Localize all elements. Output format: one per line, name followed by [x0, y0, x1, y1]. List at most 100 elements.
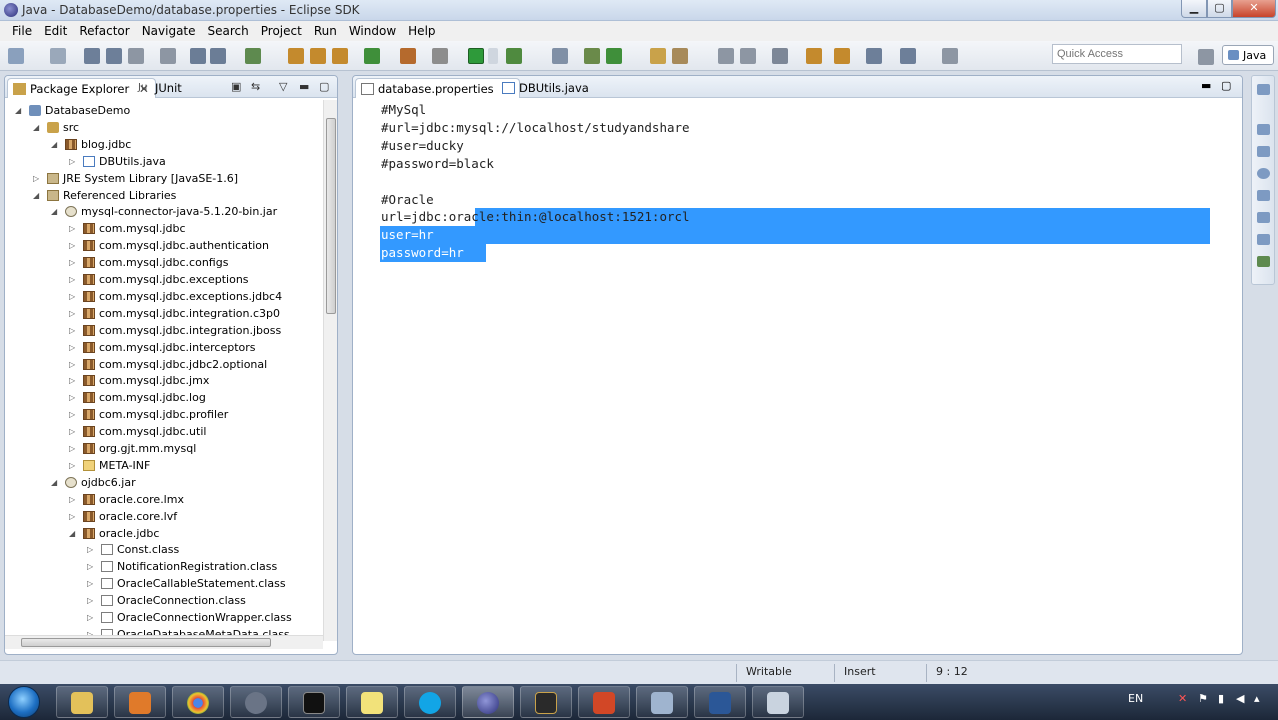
collapse-arrow-icon[interactable]: ◢ [69, 525, 79, 542]
run-icon[interactable] [468, 48, 484, 64]
maximize-editor-icon[interactable]: ▢ [1221, 79, 1231, 92]
debug-icon[interactable] [364, 48, 380, 64]
editor-vertical-scrollbar[interactable] [1211, 101, 1225, 636]
expand-arrow-icon[interactable]: ▷ [69, 457, 79, 474]
expand-arrow-icon[interactable]: ▷ [69, 440, 79, 457]
run-dropdown-icon[interactable] [488, 48, 498, 64]
expand-arrow-icon[interactable]: ▷ [69, 372, 79, 389]
import-icon[interactable] [190, 48, 206, 64]
quick-access-input[interactable] [1052, 44, 1182, 64]
expand-arrow-icon[interactable]: ▷ [69, 356, 79, 373]
expand-arrow-icon[interactable]: ▷ [69, 288, 79, 305]
new-java-project-icon[interactable] [584, 48, 600, 64]
expand-arrow-icon[interactable]: ▷ [69, 220, 79, 237]
restore-icon[interactable] [1257, 84, 1270, 95]
expand-arrow-icon[interactable]: ▷ [69, 254, 79, 271]
expand-arrow-icon[interactable]: ▷ [87, 609, 97, 626]
link-with-editor-icon[interactable]: ⇆ [251, 80, 260, 93]
pin-editor-icon[interactable] [942, 48, 958, 64]
start-button[interactable] [8, 686, 40, 718]
menu-search[interactable]: Search [202, 24, 255, 38]
external-tools-icon[interactable] [400, 48, 416, 64]
taskbar-notepad[interactable] [752, 686, 804, 718]
expand-arrow-icon[interactable]: ▷ [69, 491, 79, 508]
search-icon[interactable] [552, 48, 568, 64]
minimize-editor-icon[interactable]: ▬ [1201, 79, 1211, 92]
taskbar-skype[interactable] [404, 686, 456, 718]
forward-icon[interactable] [900, 48, 916, 64]
task-icon[interactable] [245, 48, 261, 64]
menu-file[interactable]: File [6, 24, 38, 38]
expand-arrow-icon[interactable]: ▷ [69, 406, 79, 423]
expand-arrow-icon[interactable]: ▷ [69, 271, 79, 288]
next-annotation-icon[interactable] [806, 48, 822, 64]
menu-edit[interactable]: Edit [38, 24, 73, 38]
scrollbar-thumb[interactable] [21, 638, 271, 647]
menu-project[interactable]: Project [255, 24, 308, 38]
save-all-icon[interactable] [106, 48, 122, 64]
coverage-icon[interactable] [432, 48, 448, 64]
taskbar-terminal[interactable] [288, 686, 340, 718]
outline-icon[interactable] [1257, 146, 1270, 157]
open-type-icon[interactable] [650, 48, 666, 64]
maximize-view-icon[interactable]: ▢ [319, 80, 329, 93]
collapse-arrow-icon[interactable]: ◢ [33, 187, 43, 204]
block-selection-icon[interactable] [740, 48, 756, 64]
expand-arrow-icon[interactable]: ▷ [69, 305, 79, 322]
build-all-icon[interactable] [310, 48, 326, 64]
clean-icon[interactable] [332, 48, 348, 64]
declaration-icon[interactable] [1257, 190, 1270, 201]
taskbar-sticky-notes[interactable] [346, 686, 398, 718]
taskbar-game[interactable] [520, 686, 572, 718]
show-whitespace-icon[interactable] [772, 48, 788, 64]
expand-arrow-icon[interactable]: ▷ [33, 170, 43, 187]
collapse-arrow-icon[interactable]: ◢ [33, 119, 43, 136]
javadoc-icon[interactable] [1257, 168, 1270, 179]
new-icon[interactable] [8, 48, 24, 64]
minimize-button[interactable]: ▁ [1181, 0, 1207, 18]
expand-arrow-icon[interactable]: ▷ [87, 592, 97, 609]
console-icon[interactable] [1257, 212, 1270, 223]
open-icon[interactable] [50, 48, 66, 64]
taskbar-chrome[interactable] [172, 686, 224, 718]
taskbar-media-player[interactable] [114, 686, 166, 718]
collapse-all-icon[interactable]: ▣ [231, 80, 241, 93]
properties-icon[interactable] [160, 48, 176, 64]
collapse-arrow-icon[interactable]: ◢ [15, 102, 25, 119]
expand-arrow-icon[interactable]: ▷ [87, 575, 97, 592]
maximize-button[interactable]: ▢ [1207, 0, 1232, 18]
java-perspective-button[interactable]: Java [1222, 45, 1274, 65]
progress-icon[interactable] [1257, 234, 1270, 245]
expand-arrow-icon[interactable]: ▷ [69, 423, 79, 440]
expand-arrow-icon[interactable]: ▷ [69, 322, 79, 339]
expand-arrow-icon[interactable]: ▷ [69, 339, 79, 356]
problems-icon[interactable] [1257, 256, 1270, 267]
expand-arrow-icon[interactable]: ▷ [69, 389, 79, 406]
battery-tray-icon[interactable]: ▮ [1218, 692, 1224, 705]
view-menu-icon[interactable]: ▽ [279, 80, 287, 93]
tree-horizontal-scrollbar[interactable] [5, 635, 323, 649]
taskbar-network-app[interactable] [636, 686, 688, 718]
taskbar-explorer[interactable] [56, 686, 108, 718]
open-task-icon[interactable] [672, 48, 688, 64]
tree-vertical-scrollbar[interactable] [323, 100, 337, 641]
scrollbar-thumb[interactable] [326, 118, 336, 314]
taskbar-word[interactable] [694, 686, 746, 718]
tab-database-properties[interactable]: database.properties ✕ [355, 78, 521, 98]
tab-dbutils-java[interactable]: DBUtils.java [497, 78, 595, 98]
previous-annotation-icon[interactable] [834, 48, 850, 64]
expand-arrow-icon[interactable]: ▷ [69, 508, 79, 525]
back-icon[interactable] [866, 48, 882, 64]
collapse-arrow-icon[interactable]: ◢ [51, 136, 61, 153]
run-last-icon[interactable] [506, 48, 522, 64]
open-perspective-icon[interactable] [1198, 49, 1214, 65]
taskbar-eclipse[interactable] [462, 686, 514, 718]
build-icon[interactable] [288, 48, 304, 64]
close-button[interactable]: ✕ [1232, 0, 1276, 18]
task-list-icon[interactable] [1257, 124, 1270, 135]
menu-refactor[interactable]: Refactor [73, 24, 135, 38]
network-tray-icon[interactable]: ✕ [1178, 692, 1187, 705]
collapse-arrow-icon[interactable]: ◢ [51, 474, 61, 491]
new-class-icon[interactable] [606, 48, 622, 64]
menu-window[interactable]: Window [343, 24, 402, 38]
